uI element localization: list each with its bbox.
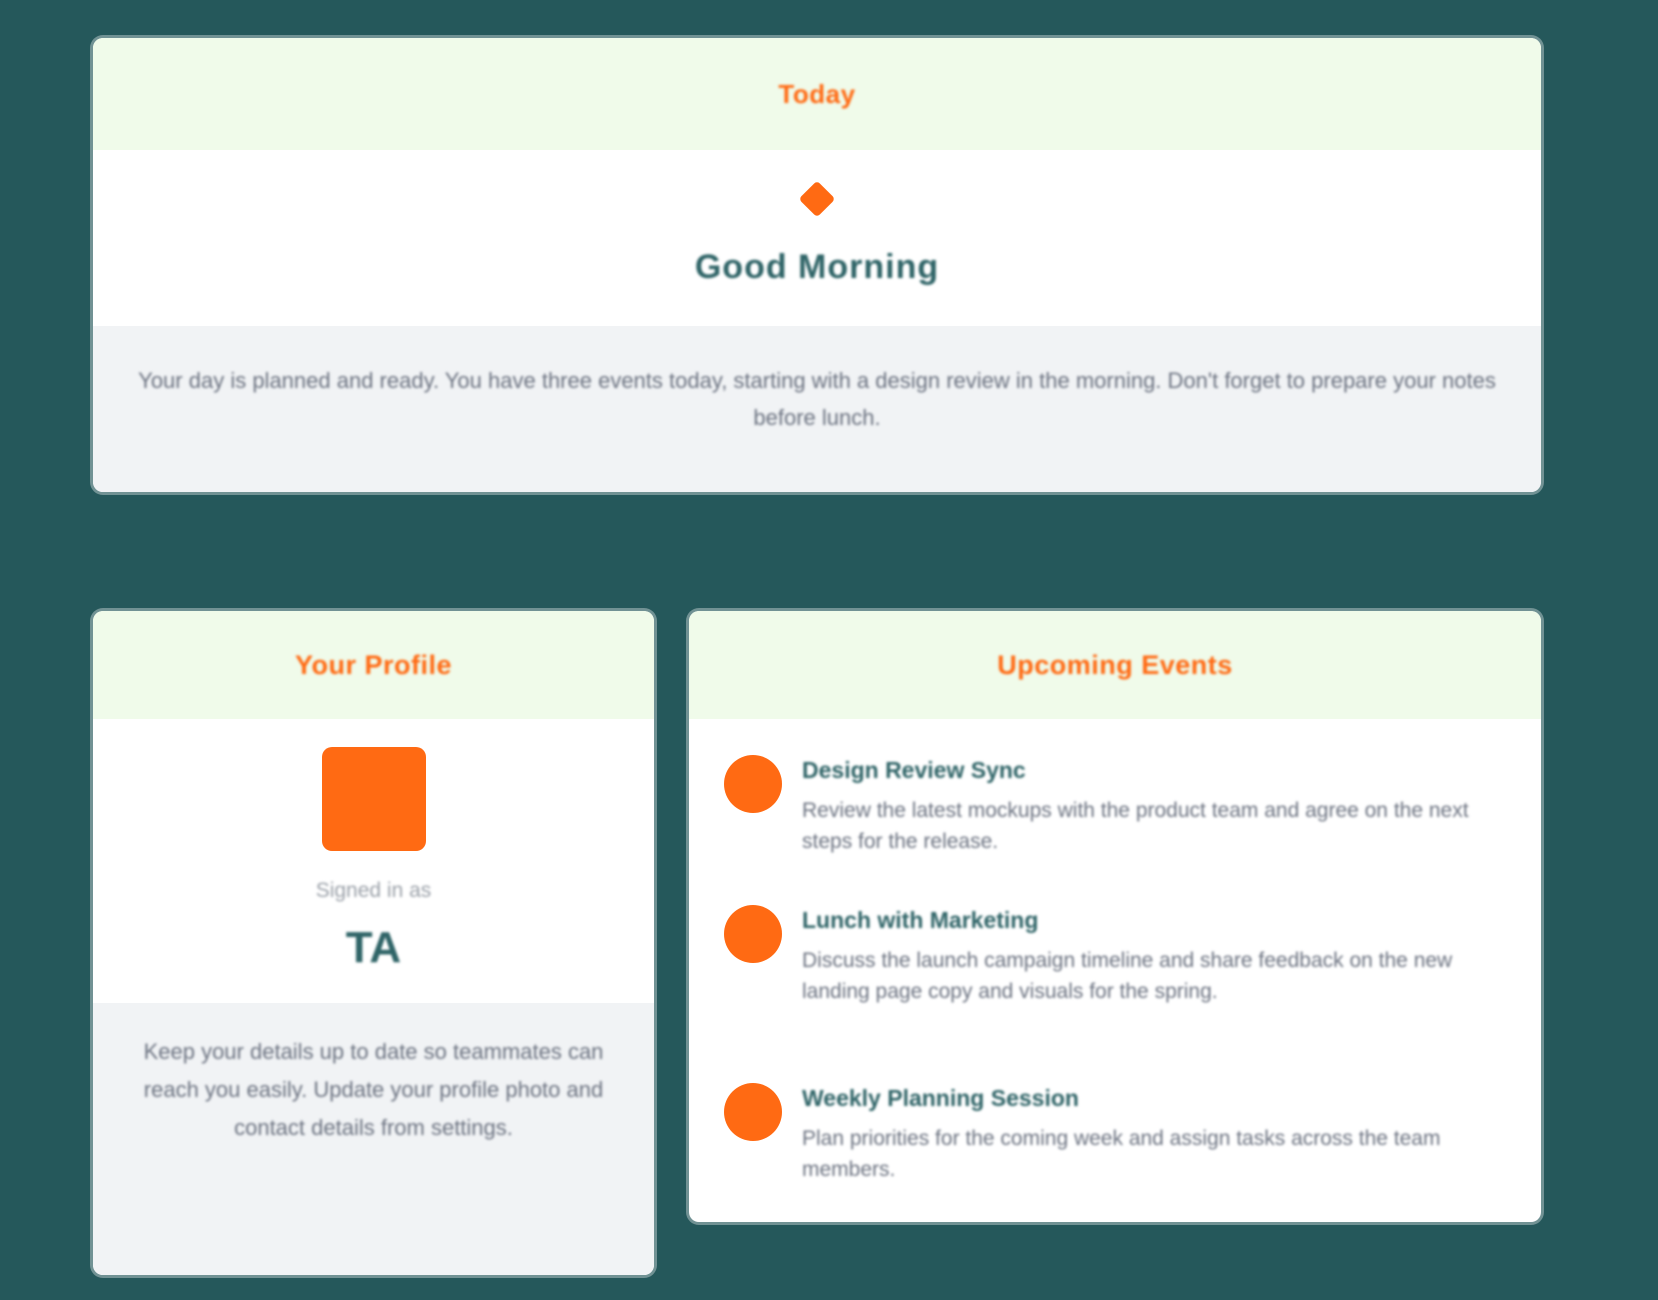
event-title: Design Review Sync bbox=[802, 757, 1026, 783]
profile-card-footer: Keep your details up to date so teammate… bbox=[93, 1003, 654, 1275]
greeting-summary-text: Your day is planned and ready. You have … bbox=[138, 368, 1496, 430]
page-background: { "top_card": { "header": "Today", "head… bbox=[0, 0, 1658, 1300]
greeting-headline: Good Morning bbox=[694, 248, 940, 286]
greeting-card-body: Good Morning bbox=[93, 150, 1541, 326]
event-dot-icon bbox=[724, 755, 782, 813]
profile-card-title: Your Profile bbox=[294, 650, 453, 680]
list-item[interactable]: Lunch with Marketing Discuss the launch … bbox=[724, 901, 1511, 1051]
events-card-header: Upcoming Events bbox=[689, 611, 1541, 719]
event-title: Weekly Planning Session bbox=[802, 1085, 1079, 1111]
profile-card-body: Signed in as TA bbox=[93, 719, 654, 1003]
event-description: Review the latest mockups with the produ… bbox=[802, 799, 1469, 853]
profile-card-header: Your Profile bbox=[93, 611, 654, 719]
profile-description-text: Keep your details up to date so teammate… bbox=[143, 1039, 604, 1140]
events-card: Upcoming Events Design Review Sync Revie… bbox=[689, 611, 1541, 1222]
greeting-card-header: Today bbox=[93, 38, 1541, 150]
sparkle-icon bbox=[798, 180, 836, 218]
events-card-title: Upcoming Events bbox=[997, 650, 1233, 680]
greeting-card-title: Today bbox=[778, 79, 856, 109]
event-dot-icon bbox=[724, 1083, 782, 1141]
event-description: Plan priorities for the coming week and … bbox=[802, 1127, 1441, 1181]
profile-caption: Signed in as bbox=[315, 879, 432, 902]
event-description: Discuss the launch campaign timeline and… bbox=[802, 949, 1453, 1003]
event-dot-icon bbox=[724, 905, 782, 963]
list-item[interactable]: Design Review Sync Review the latest moc… bbox=[724, 751, 1511, 871]
greeting-card: Today Good Morning Your day is planned a… bbox=[93, 38, 1541, 492]
greeting-card-footer: Your day is planned and ready. You have … bbox=[93, 326, 1541, 492]
event-title: Lunch with Marketing bbox=[802, 907, 1039, 933]
list-item[interactable]: Weekly Planning Session Plan priorities … bbox=[724, 1079, 1511, 1199]
avatar[interactable] bbox=[321, 747, 426, 851]
profile-initials: TA bbox=[345, 923, 402, 972]
profile-card: Your Profile Signed in as TA Keep your d… bbox=[93, 611, 654, 1275]
